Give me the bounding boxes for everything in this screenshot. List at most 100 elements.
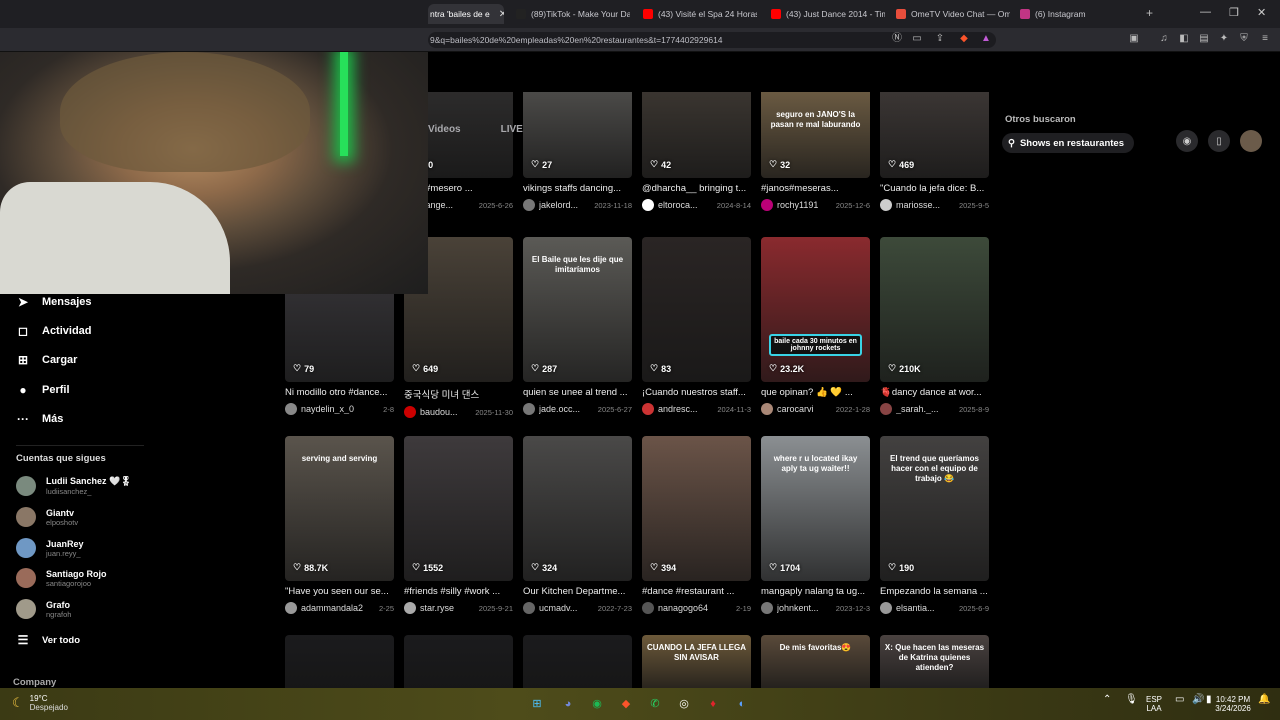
- video-title[interactable]: quien se unee al trend ...: [523, 387, 632, 398]
- whatsapp-icon[interactable]: ✆: [647, 696, 663, 712]
- sidebar-item-activity[interactable]: ◻ Actividad: [16, 324, 92, 338]
- menu-icon[interactable]: ≡: [1259, 33, 1271, 45]
- video-author[interactable]: rochy1191: [777, 200, 818, 210]
- video-author[interactable]: eltoroca...: [658, 200, 698, 210]
- video-card[interactable]: ♡ 27 vikings staffs dancing... jakelord... 2…: [523, 92, 632, 211]
- browser-tab[interactable]: (6) Instagram: [1016, 4, 1134, 24]
- browser-tab[interactable]: ntra 'bailes de e ✕: [428, 4, 504, 24]
- share-icon[interactable]: ⇪: [934, 33, 946, 45]
- volume-icon[interactable]: 🔊: [1192, 695, 1204, 705]
- discord-icon[interactable]: ◕: [560, 696, 576, 712]
- video-card[interactable]: [404, 635, 513, 688]
- avatar[interactable]: [642, 199, 654, 211]
- close-window-icon[interactable]: ✕: [1257, 6, 1266, 19]
- video-card[interactable]: ♡ 394 #dance #restaurant ... nanagogo64 2-19: [642, 436, 751, 614]
- video-author[interactable]: nanagogo64: [658, 603, 708, 613]
- see-all-link[interactable]: ☰ Ver todo: [16, 633, 80, 647]
- video-thumbnail[interactable]: ♡ 42: [642, 92, 751, 178]
- browser-tab[interactable]: OmeTV Video Chat — Om: [892, 4, 1010, 24]
- video-thumbnail[interactable]: De mis favoritas😍: [761, 635, 870, 688]
- ai-icon[interactable]: ✦: [1218, 33, 1230, 45]
- brave-shield-icon[interactable]: ◆: [958, 33, 970, 45]
- video-thumbnail[interactable]: ♡ 394: [642, 436, 751, 581]
- avatar[interactable]: [880, 199, 892, 211]
- video-thumbnail[interactable]: El trend que queríamos hacer con el equi…: [880, 436, 989, 581]
- avatar[interactable]: [642, 602, 654, 614]
- avatar[interactable]: [761, 199, 773, 211]
- video-thumbnail[interactable]: seguro en JANO'S la pasan re mal laburan…: [761, 92, 870, 178]
- video-thumbnail[interactable]: ♡ 27: [523, 92, 632, 178]
- maximize-icon[interactable]: ❐: [1229, 6, 1239, 19]
- video-title[interactable]: 중국식당 미녀 댄스: [404, 387, 513, 401]
- battery-icon[interactable]: ▮: [1206, 695, 1212, 705]
- brave-icon[interactable]: ◆: [618, 696, 634, 712]
- video-card[interactable]: ♡ 1552 #friends #silly #work ... star.ryse 2…: [404, 436, 513, 614]
- browser-tab[interactable]: (89)TikTok - Make Your Da: [512, 4, 630, 24]
- browser-tab[interactable]: (43) Visité el Spa 24 Horas: [639, 4, 757, 24]
- video-card[interactable]: ♡ 469 "Cuando la jefa dice: B... mariosse..…: [880, 92, 989, 211]
- video-title[interactable]: Ni modillo otro #dance...: [285, 387, 394, 398]
- video-title[interactable]: #janos#meseras...: [761, 183, 870, 194]
- app-blue-icon[interactable]: ◐: [734, 696, 750, 712]
- video-author[interactable]: ucmadv...: [539, 603, 577, 613]
- avatar[interactable]: [404, 406, 416, 418]
- suggested-search-chip[interactable]: ⚲ Shows en restaurantes: [1002, 133, 1134, 153]
- avatar[interactable]: [523, 199, 535, 211]
- video-card[interactable]: CUANDO LA JEFA LLEGA SIN AVISAR: [642, 635, 751, 688]
- video-author[interactable]: andresc...: [658, 404, 698, 414]
- video-title[interactable]: "Have you seen our se...: [285, 586, 394, 597]
- video-card[interactable]: X: Que hacen las meseras de Katrina quie…: [880, 635, 989, 688]
- video-title[interactable]: #friends #silly #work ...: [404, 586, 513, 597]
- app-red-icon[interactable]: ♦: [705, 696, 721, 712]
- avatar[interactable]: [880, 602, 892, 614]
- video-author[interactable]: jade.occ...: [539, 404, 580, 414]
- video-thumbnail[interactable]: baile cada 30 minutos en johnny rockets ♡…: [761, 237, 870, 382]
- sidebar-item-more[interactable]: ··· Más: [16, 412, 63, 426]
- video-card[interactable]: El Baile que les dije que imitaríamos ♡ 28…: [523, 237, 632, 415]
- wallet-icon[interactable]: ▤: [1198, 33, 1210, 45]
- sidebar-item-profile[interactable]: ● Perfil: [16, 383, 69, 397]
- avatar[interactable]: [523, 403, 535, 415]
- sidebar-item-upload[interactable]: ⊞ Cargar: [16, 353, 78, 367]
- video-thumbnail[interactable]: [404, 635, 513, 688]
- video-card[interactable]: where r u located ikay aply ta ug waiter…: [761, 436, 870, 614]
- tray-chevron-icon[interactable]: ⌃: [1103, 695, 1111, 705]
- following-account[interactable]: Giantv elposhotv: [16, 507, 78, 527]
- video-author[interactable]: mariosse...: [896, 200, 940, 210]
- video-author[interactable]: elsantia...: [896, 603, 935, 613]
- video-title[interactable]: ¡Cuando nuestros staff...: [642, 387, 751, 398]
- video-thumbnail[interactable]: where r u located ikay aply ta ug waiter…: [761, 436, 870, 581]
- video-author[interactable]: _sarah._...: [896, 404, 939, 414]
- avatar[interactable]: [880, 403, 892, 415]
- video-thumbnail[interactable]: ♡ 210K: [880, 237, 989, 382]
- video-title[interactable]: Our Kitchen Departme...: [523, 586, 632, 597]
- video-card[interactable]: ♡ 324 Our Kitchen Departme... ucmadv... 2022…: [523, 436, 632, 614]
- language-indicator[interactable]: ESP LAA: [1146, 695, 1162, 713]
- video-thumbnail[interactable]: ♡ 324: [523, 436, 632, 581]
- coin-icon[interactable]: ◉: [1176, 130, 1198, 152]
- video-author[interactable]: johnkent...: [777, 603, 819, 613]
- video-card[interactable]: ♡ 42 @dharcha__ bringing t... eltoroca... 20…: [642, 92, 751, 211]
- tab-live[interactable]: LIVE: [501, 124, 523, 135]
- network-icon[interactable]: ▭: [1175, 695, 1184, 705]
- notification-icon[interactable]: 🔔: [1258, 695, 1270, 705]
- video-thumbnail[interactable]: ♡ 83: [642, 237, 751, 382]
- video-card[interactable]: [285, 635, 394, 688]
- avatar[interactable]: [285, 602, 297, 614]
- following-account[interactable]: Grafo ngrafoh: [16, 599, 71, 619]
- video-thumbnail[interactable]: [523, 635, 632, 688]
- start-icon[interactable]: ⊞: [529, 696, 545, 712]
- avatar[interactable]: [285, 403, 297, 415]
- minimize-icon[interactable]: —: [1200, 6, 1211, 18]
- browser-tab[interactable]: (43) Just Dance 2014 - Tim: [767, 4, 885, 24]
- video-card[interactable]: El trend que queríamos hacer con el equi…: [880, 436, 989, 614]
- close-tab-icon[interactable]: ✕: [499, 9, 504, 20]
- spotify-icon[interactable]: ◉: [589, 696, 605, 712]
- video-card[interactable]: De mis favoritas😍: [761, 635, 870, 688]
- video-card[interactable]: serving and serving ♡ 88.7K "Have you seen …: [285, 436, 394, 614]
- video-author[interactable]: carocarvi: [777, 404, 814, 414]
- mic-icon[interactable]: 🎙: [1125, 695, 1138, 705]
- sidebar-item-messages[interactable]: ➤ Mensajes: [16, 295, 92, 309]
- video-thumbnail[interactable]: ♡ 1552: [404, 436, 513, 581]
- video-author[interactable]: naydelin_x_0: [301, 404, 354, 414]
